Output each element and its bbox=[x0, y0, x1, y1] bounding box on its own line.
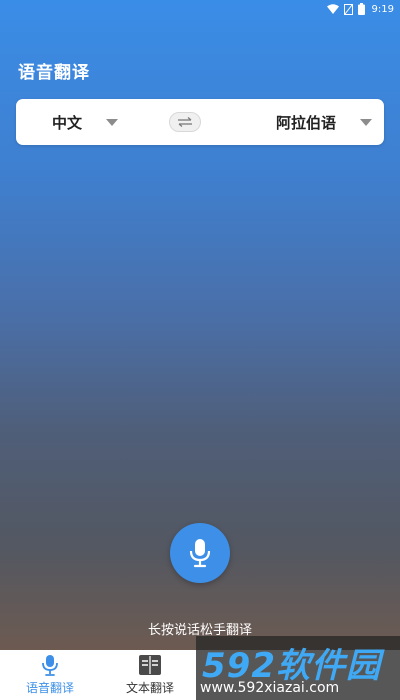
microphone-icon bbox=[42, 655, 58, 676]
battery-icon bbox=[357, 3, 365, 15]
language-selector-card: 中文 阿拉伯语 bbox=[16, 99, 384, 145]
nav-text-translate[interactable]: 文本翻译 bbox=[100, 650, 200, 700]
page-title: 语音翻译 bbox=[18, 63, 90, 83]
status-time: 9:19 bbox=[371, 3, 394, 15]
signal-off-icon bbox=[343, 3, 353, 15]
source-language-dropdown[interactable]: 中文 bbox=[52, 99, 119, 145]
record-voice-button[interactable] bbox=[170, 523, 230, 583]
book-icon bbox=[139, 655, 161, 675]
nav-text-translate-label: 文本翻译 bbox=[125, 681, 174, 695]
target-language-label: 阿拉伯语 bbox=[276, 113, 337, 132]
microphone-icon bbox=[189, 539, 211, 568]
watermark-url: www.592xiazai.com bbox=[200, 680, 340, 696]
nav-voice-translate-label: 语音翻译 bbox=[25, 681, 74, 695]
source-language-label: 中文 bbox=[52, 113, 83, 132]
status-bar: 9:19 bbox=[0, 0, 400, 18]
nav-voice-translate[interactable]: 语音翻译 bbox=[0, 650, 100, 700]
voice-translate-screen: 9:19 语音翻译 中文 阿拉伯语 长按说话松手翻译 语音翻译 文本翻译 592… bbox=[0, 0, 400, 700]
chevron-down-icon bbox=[360, 118, 373, 126]
watermark: 592软件园 www.592xiazai.com bbox=[196, 636, 400, 700]
swap-icon bbox=[178, 117, 192, 127]
swap-languages-button[interactable] bbox=[169, 112, 201, 132]
wifi-icon bbox=[326, 4, 339, 14]
target-language-dropdown[interactable]: 阿拉伯语 bbox=[276, 99, 373, 145]
chevron-down-icon bbox=[106, 118, 119, 126]
